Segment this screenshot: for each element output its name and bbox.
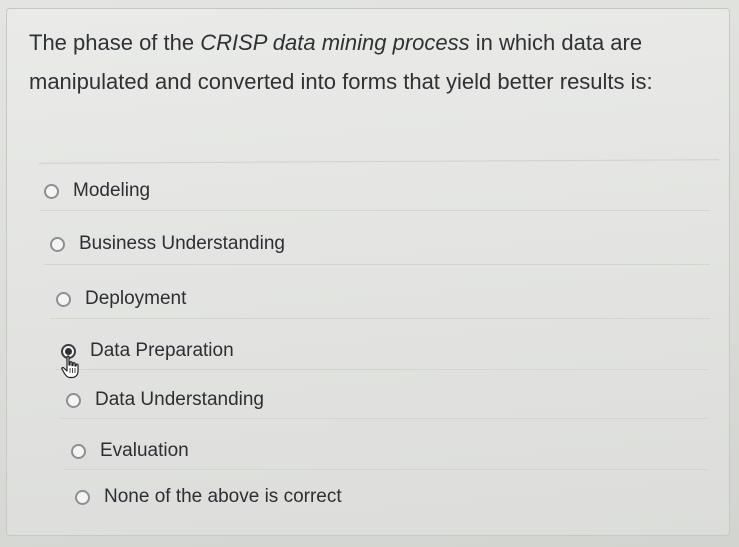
question-emphasis: CRISP data mining process <box>200 30 470 55</box>
radio-deployment[interactable] <box>56 291 71 307</box>
radio-evaluation[interactable] <box>71 443 86 459</box>
option-divider <box>64 469 708 470</box>
radio-none-correct[interactable] <box>75 489 90 505</box>
option-divider <box>40 210 710 211</box>
question-divider <box>39 159 719 164</box>
option-label: Business Understanding <box>79 233 285 254</box>
option-none-correct[interactable]: None of the above is correct <box>75 482 342 512</box>
screen: The phase of the CRISP data mining proce… <box>0 0 739 547</box>
option-evaluation[interactable]: Evaluation <box>71 436 189 466</box>
radio-business-understanding[interactable] <box>50 236 65 252</box>
option-label: None of the above is correct <box>104 486 342 507</box>
option-divider <box>44 264 710 265</box>
option-label: Data Preparation <box>90 340 234 361</box>
question-prefix: The phase of the <box>29 30 201 55</box>
option-label: Evaluation <box>100 440 189 461</box>
option-data-understanding[interactable]: Data Understanding <box>66 385 264 415</box>
option-data-preparation[interactable]: Data Preparation <box>61 336 234 366</box>
radio-modeling[interactable] <box>44 183 59 199</box>
option-divider <box>60 418 708 419</box>
option-modeling[interactable]: Modeling <box>44 176 150 206</box>
question-text: The phase of the CRISP data mining proce… <box>29 23 719 101</box>
option-deployment[interactable]: Deployment <box>56 284 186 314</box>
option-divider <box>56 369 708 370</box>
hand-pointer-icon <box>61 355 79 379</box>
option-business-understanding[interactable]: Business Understanding <box>50 229 285 259</box>
option-label: Deployment <box>85 288 187 309</box>
option-divider <box>50 318 710 319</box>
radio-data-understanding[interactable] <box>66 392 81 408</box>
option-label: Modeling <box>73 180 151 201</box>
option-label: Data Understanding <box>95 389 264 410</box>
